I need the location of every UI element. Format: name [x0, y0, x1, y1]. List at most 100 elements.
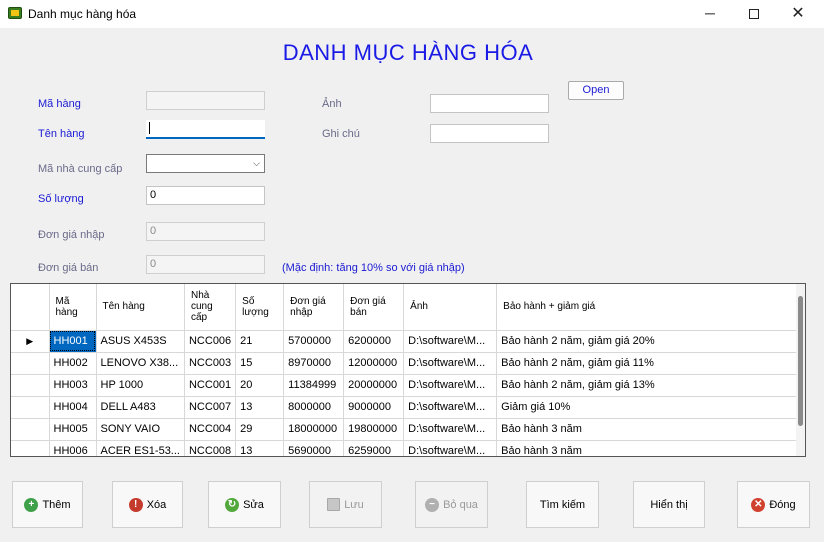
row-header[interactable]: [11, 418, 50, 441]
table-cell[interactable]: NCC004: [184, 418, 237, 441]
table-cell[interactable]: 6259000: [343, 440, 405, 456]
grid-header-row: Mã hàng Tên hàng Nhà cung cấp Số lượng Đ…: [11, 284, 804, 331]
minimize-button[interactable]: ─: [688, 0, 732, 28]
table-cell[interactable]: HH006: [49, 440, 97, 456]
form-heading: DANH MỤC HÀNG HÓA: [282, 40, 534, 65]
table-cell[interactable]: D:\software\M...: [403, 440, 498, 456]
anh-field[interactable]: [430, 94, 549, 113]
title-bar: Danh mục hàng hóa ─ ✕: [0, 0, 824, 28]
ten-hang-field[interactable]: [146, 120, 265, 139]
table-cell[interactable]: 5700000: [283, 330, 345, 353]
table-cell[interactable]: 15: [235, 352, 285, 375]
table-cell[interactable]: NCC008: [184, 440, 237, 456]
table-row[interactable]: HH005 SONY VAIO NCC004 29 18000000 19800000 D:…: [11, 418, 804, 441]
open-button[interactable]: Open: [568, 81, 624, 100]
table-cell[interactable]: 12000000: [343, 352, 405, 375]
table-cell[interactable]: ASUS X453S: [96, 330, 185, 353]
row-header[interactable]: [11, 396, 50, 419]
bo-qua-button[interactable]: − Bỏ qua: [415, 481, 488, 528]
table-cell[interactable]: NCC007: [184, 396, 237, 419]
table-row[interactable]: ▶ HH001 ASUS X453S NCC006 21 5700000 6200000 D:…: [11, 330, 804, 353]
table-cell[interactable]: D:\software\M...: [403, 352, 498, 375]
col-header-so-luong[interactable]: Số lượng: [235, 284, 285, 331]
row-header[interactable]: [11, 352, 50, 375]
table-cell[interactable]: 21: [235, 330, 285, 353]
table-cell[interactable]: 11384999: [283, 374, 345, 397]
so-luong-field[interactable]: 0: [146, 186, 265, 205]
table-cell[interactable]: D:\software\M...: [403, 396, 498, 419]
label-don-gia-ban: Đơn giá bán: [38, 262, 99, 274]
table-cell[interactable]: HH005: [49, 418, 97, 441]
table-cell[interactable]: HH004: [49, 396, 97, 419]
table-cell[interactable]: D:\software\M...: [403, 418, 498, 441]
table-cell[interactable]: Bảo hành 3 năm: [496, 440, 804, 456]
table-cell[interactable]: 29: [235, 418, 285, 441]
table-cell[interactable]: SONY VAIO: [96, 418, 185, 441]
table-row[interactable]: HH006 ACER ES1-53... NCC008 13 5690000 625900…: [11, 440, 804, 456]
table-cell[interactable]: HP 1000: [96, 374, 185, 397]
table-cell[interactable]: Giảm giá 10%: [496, 396, 804, 419]
them-button[interactable]: + Thêm: [12, 481, 83, 528]
col-header-bao-hanh[interactable]: Bảo hành + giảm giá: [496, 284, 804, 331]
table-cell[interactable]: 13: [235, 440, 285, 456]
table-cell[interactable]: HH003: [49, 374, 97, 397]
table-cell[interactable]: NCC001: [184, 374, 237, 397]
table-row[interactable]: HH003 HP 1000 NCC001 20 11384999 20000000 D:\s…: [11, 374, 804, 397]
bo-qua-label: Bỏ qua: [443, 498, 478, 511]
xoa-label: Xóa: [146, 498, 167, 511]
table-cell[interactable]: Bảo hành 2 năm, giảm giá 11%: [496, 352, 804, 375]
table-row[interactable]: HH002 LENOVO X38... NCC003 15 8970000 1200000…: [11, 352, 804, 375]
table-cell[interactable]: 20: [235, 374, 285, 397]
col-header-anh[interactable]: Ảnh: [403, 284, 498, 331]
col-header-ten-hang[interactable]: Tên hàng: [96, 284, 185, 331]
table-cell[interactable]: Bảo hành 3 năm: [496, 418, 804, 441]
table-cell[interactable]: Bảo hành 2 năm, giảm giá 20%: [496, 330, 804, 353]
products-grid[interactable]: Mã hàng Tên hàng Nhà cung cấp Số lượng Đ…: [10, 283, 806, 457]
table-cell[interactable]: HH002: [49, 352, 97, 375]
table-cell[interactable]: NCC006: [184, 330, 237, 353]
table-row[interactable]: HH004 DELL A483 NCC007 13 8000000 9000000 D:\s…: [11, 396, 804, 419]
table-cell[interactable]: ACER ES1-53...: [96, 440, 185, 456]
scrollbar-thumb[interactable]: [798, 296, 803, 426]
vertical-scrollbar[interactable]: [796, 284, 805, 456]
close-button[interactable]: ✕: [776, 0, 820, 28]
table-cell[interactable]: DELL A483: [96, 396, 185, 419]
luu-button[interactable]: Lưu: [309, 481, 382, 528]
table-cell[interactable]: D:\software\M...: [403, 330, 498, 353]
col-header-don-gia-nhap[interactable]: Đơn giá nhập: [283, 284, 345, 331]
ma-nha-cung-cap-combo[interactable]: ⌵: [146, 154, 265, 173]
price-hint: (Mặc định: tăng 10% so với giá nhập): [282, 262, 465, 274]
tim-kiem-button[interactable]: Tìm kiếm: [526, 481, 599, 528]
dong-button[interactable]: ✕ Đóng: [737, 481, 810, 528]
table-cell[interactable]: 9000000: [343, 396, 405, 419]
table-cell[interactable]: D:\software\M...: [403, 374, 498, 397]
ma-hang-field[interactable]: [146, 91, 265, 110]
don-gia-nhap-field[interactable]: 0: [146, 222, 265, 241]
row-header[interactable]: [11, 440, 50, 456]
col-header-nha-cung-cap[interactable]: Nhà cung cấp: [184, 284, 237, 331]
table-cell[interactable]: 13: [235, 396, 285, 419]
table-cell[interactable]: 8970000: [283, 352, 345, 375]
don-gia-ban-field[interactable]: 0: [146, 255, 265, 274]
label-ma-hang: Mã hàng: [38, 98, 81, 110]
table-cell[interactable]: 18000000: [283, 418, 345, 441]
table-cell[interactable]: 5690000: [283, 440, 345, 456]
sua-button[interactable]: ↻ Sửa: [208, 481, 281, 528]
table-cell[interactable]: Bảo hành 2 năm, giảm giá 13%: [496, 374, 804, 397]
maximize-button[interactable]: [732, 0, 776, 28]
table-cell[interactable]: LENOVO X38...: [96, 352, 185, 375]
table-cell[interactable]: HH001: [49, 330, 97, 353]
table-cell[interactable]: 8000000: [283, 396, 345, 419]
ghi-chu-field[interactable]: [430, 124, 549, 143]
table-cell[interactable]: 6200000: [343, 330, 405, 353]
col-header-don-gia-ban[interactable]: Đơn giá bán: [343, 284, 405, 331]
xoa-button[interactable]: ! Xóa: [112, 481, 183, 528]
table-cell[interactable]: 20000000: [343, 374, 405, 397]
table-cell[interactable]: NCC003: [184, 352, 237, 375]
label-so-luong: Số lượng: [38, 193, 84, 205]
table-cell[interactable]: 19800000: [343, 418, 405, 441]
col-header-ma-hang[interactable]: Mã hàng: [49, 284, 97, 331]
hien-thi-button[interactable]: Hiển thị: [633, 481, 705, 528]
row-header[interactable]: ▶: [11, 330, 50, 353]
row-header[interactable]: [11, 374, 50, 397]
